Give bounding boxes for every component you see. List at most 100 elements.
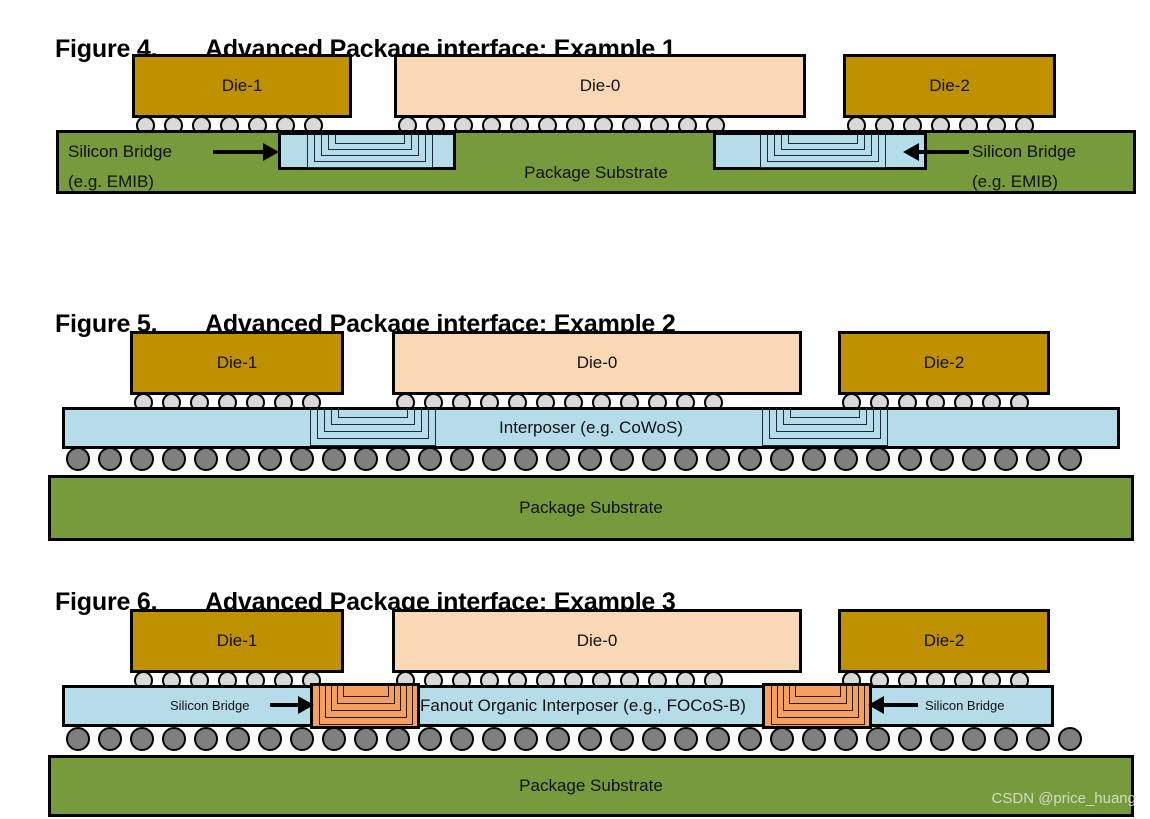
solder-ball [1026,727,1050,751]
solder-ball [418,727,442,751]
figure-6-package-substrate: Package Substrate [48,755,1134,817]
solder-ball [1058,447,1082,471]
die-label: Die-2 [923,631,965,650]
figure-4-bridge-right-label-line1: Silicon Bridge [972,142,1076,161]
solder-ball [1058,727,1082,751]
watermark: CSDN @price_huang [991,790,1136,807]
figure-6-silicon-bridge-right [762,683,872,729]
figure-6: Figure 6. Advanced Package interface: Exa… [0,553,1150,819]
solder-ball [418,447,442,471]
solder-ball [162,447,186,471]
solder-ball [738,447,762,471]
figure-6-silicon-bridge-left [310,683,420,729]
solder-ball [674,447,698,471]
solder-ball [482,447,506,471]
figure-4-bridge-left-label-line1: Silicon Bridge [68,142,172,161]
solder-ball [450,447,474,471]
solder-ball [290,447,314,471]
figure-4-bridge-right-label-line2: (e.g. EMIB) [972,172,1058,191]
solder-ball [706,447,730,471]
die-label: Die-0 [576,353,618,372]
die-label: Die-0 [579,76,621,95]
figure-5-traces-left [310,408,436,446]
bridge-traces [307,134,433,168]
figure-5-solder-balls [66,447,1082,471]
bridge-traces [760,134,886,168]
solder-ball [162,727,186,751]
solder-ball [450,727,474,751]
figure-4: Figure 4. Advanced Package interface: Exa… [0,0,1150,270]
solder-ball [98,727,122,751]
figure-6-die-2: Die-2 [838,609,1050,673]
solder-ball [258,447,282,471]
figure-5: Figure 5. Advanced Package interface: Exa… [0,275,1150,550]
die-label: Die-1 [216,353,258,372]
die-label: Die-1 [221,76,263,95]
figure-4-die-2: Die-2 [843,54,1056,118]
figure-5-die-1: Die-1 [130,331,344,395]
interposer-label: Fanout Organic Interposer (e.g., FOCoS-B… [420,696,746,715]
solder-ball [738,727,762,751]
solder-ball [930,727,954,751]
figure-5-diagram: Die-1 Die-0 Die-2 Interposer (e.g. CoWoS… [0,275,1150,550]
substrate-label: Package Substrate [519,498,663,517]
solder-ball [354,727,378,751]
solder-ball [482,727,506,751]
die-label: Die-0 [576,631,618,650]
solder-ball [546,447,570,471]
figure-6-die-0: Die-0 [392,609,802,673]
solder-ball [834,447,858,471]
solder-ball [994,727,1018,751]
solder-ball [66,727,90,751]
solder-ball [802,727,826,751]
solder-ball [674,727,698,751]
solder-ball [610,447,634,471]
solder-ball [322,447,346,471]
figure-5-die-2: Die-2 [838,331,1050,395]
solder-ball [546,727,570,751]
solder-ball [578,727,602,751]
bridge-traces [771,685,865,725]
solder-ball [514,447,538,471]
solder-ball [642,727,666,751]
figure-4-silicon-bridge-left [278,132,456,170]
solder-ball [1026,447,1050,471]
interposer-label: Interposer (e.g. CoWoS) [499,418,683,437]
solder-ball [226,727,250,751]
solder-ball [130,727,154,751]
solder-ball [194,447,218,471]
solder-ball [770,727,794,751]
figure-4-diagram: Die-1 Die-0 Die-2 Package Substrate Sili… [0,0,1150,270]
solder-ball [514,727,538,751]
figure-6-diagram: Die-1 Die-0 Die-2 Fanout Organic Interpo… [0,553,1150,819]
figure-5-traces-right [762,408,888,446]
bridge-traces [319,685,413,725]
solder-ball [834,727,858,751]
solder-ball [194,727,218,751]
figure-4-silicon-bridge-right [713,132,927,170]
figure-6-bridge-left-label: Silicon Bridge [170,698,250,713]
solder-ball [610,727,634,751]
die-label: Die-2 [923,353,965,372]
solder-ball [130,447,154,471]
solder-ball [866,447,890,471]
solder-ball [98,447,122,471]
solder-ball [898,447,922,471]
solder-ball [770,447,794,471]
solder-ball [962,447,986,471]
die-label: Die-1 [216,631,258,650]
solder-ball [930,447,954,471]
figure-6-die-1: Die-1 [130,609,344,673]
solder-ball [706,727,730,751]
solder-ball [290,727,314,751]
solder-ball [962,727,986,751]
figure-6-bridge-right-label: Silicon Bridge [925,698,1005,713]
solder-ball [866,727,890,751]
solder-ball [226,447,250,471]
solder-ball [802,447,826,471]
solder-ball [258,727,282,751]
solder-ball [994,447,1018,471]
solder-ball [354,447,378,471]
figure-5-die-0: Die-0 [392,331,802,395]
substrate-label: Package Substrate [524,163,668,182]
